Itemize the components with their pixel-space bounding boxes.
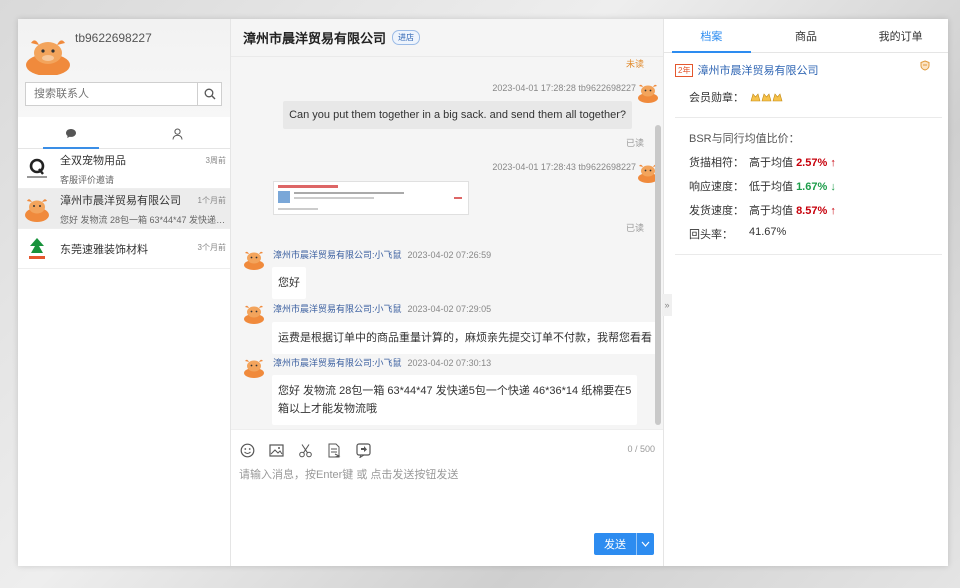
avatar	[26, 40, 70, 75]
avatar	[638, 84, 658, 103]
avatar	[24, 235, 50, 262]
sender-name: 漳州市晨洋贸易有限公司:小飞鼠	[273, 358, 402, 368]
avatar	[244, 305, 264, 324]
shield-icon	[920, 60, 930, 71]
rating-value: 低于均值 1.67% ↓	[749, 181, 836, 193]
chat-bubble-icon	[66, 129, 76, 138]
rating-label: 回头率：	[689, 229, 733, 241]
rating-row: 货描相符： 高于均值 2.57% ↑	[664, 154, 948, 170]
rating-row: 发货速度： 高于均值 8.57% ↑	[664, 202, 948, 218]
tab-contacts[interactable]	[124, 119, 230, 148]
quick-reply-icon[interactable]	[355, 442, 371, 458]
info-panel: 档案 商品 我的订单 2年 漳州市晨洋贸易有限公司 会员勋章： BSR与同行均值…	[663, 19, 948, 566]
emoji-icon[interactable]	[239, 442, 255, 458]
message-bubble: Can you put them together in a big sack.…	[283, 101, 632, 129]
message-meta: 漳州市晨洋贸易有限公司:小飞鼠 2023-04-02 07:29:05	[273, 302, 491, 315]
contacts-sidebar: tb9622698227 全双宠	[18, 19, 231, 566]
avatar	[244, 359, 264, 378]
search-icon[interactable]	[197, 83, 221, 105]
contact-time: 3周前	[205, 156, 226, 165]
read-status: 已读	[625, 138, 644, 148]
message-bubble: 您好 发物流 28包一箱 63*44*47 发快递5包一个快递 46*36*14…	[272, 375, 638, 425]
message-time: 2023-04-02 07:26:59	[407, 250, 492, 260]
contact-last-message: 客服评价邀请	[60, 174, 115, 185]
message-input[interactable]: 请输入消息，按Enter键 或 点击发送按钮发送	[239, 466, 458, 482]
chat-window: tb9622698227 全双宠	[18, 19, 948, 566]
sender-name: 漳州市晨洋贸易有限公司:小飞鼠	[273, 250, 402, 260]
chat-title: 漳州市晨洋贸易有限公司	[243, 31, 387, 46]
tab-profile[interactable]: 档案	[664, 19, 759, 53]
message-meta: 漳州市晨洋贸易有限公司:小飞鼠 2023-04-02 07:26:59	[273, 248, 491, 261]
read-status: 已读	[625, 223, 644, 233]
message-meta: 2023-04-01 17:28:43 tb9622698227	[492, 162, 636, 172]
medal-label: 会员勋章：	[689, 92, 744, 104]
divider	[675, 254, 942, 255]
chat-panel: 漳州市晨洋贸易有限公司 进店 未读 2023-04-01 17:28:28 tb…	[231, 19, 672, 566]
message-bubble: 您好	[272, 267, 306, 299]
contact-item[interactable]: 全双宠物用品 客服评价邀请 3周前	[18, 149, 230, 189]
my-profile: tb9622698227	[18, 19, 230, 117]
rating-label: 响应速度：	[689, 181, 744, 193]
bsr-title: BSR与同行均值比价：	[689, 133, 800, 145]
shop-name-link[interactable]: 漳州市晨洋贸易有限公司	[697, 62, 818, 78]
chevron-down-icon[interactable]	[636, 533, 654, 555]
avatar	[25, 198, 49, 222]
composer-toolbar	[239, 442, 371, 458]
document-icon[interactable]	[326, 442, 342, 458]
sidebar-tabs	[18, 119, 230, 149]
my-username: tb9622698227	[75, 31, 152, 45]
search-input[interactable]	[26, 83, 197, 105]
unread-status: 未读	[625, 59, 644, 69]
rating-value: 高于均值 2.57% ↑	[749, 157, 836, 169]
avatar	[24, 155, 50, 182]
collapse-panel-icon[interactable]: »	[662, 294, 672, 316]
person-icon	[172, 128, 182, 140]
image-message-thumbnail[interactable]	[273, 181, 469, 215]
message-bubble: 运费是根据订单中的商品重量计算的，麻烦亲先提交订单不付款，我帮您看看	[272, 322, 658, 354]
medal-icon	[750, 93, 783, 102]
message-list[interactable]: 未读 2023-04-01 17:28:28 tb9622698227 Can …	[231, 57, 663, 429]
enter-shop-badge[interactable]: 进店	[392, 30, 421, 45]
contact-name: 全双宠物用品	[60, 154, 126, 167]
divider	[675, 117, 942, 118]
contact-item[interactable]: 漳州市晨洋贸易有限公司 您好 发物流 28包一箱 63*44*47 发快递5包.…	[18, 189, 230, 229]
message-composer: 0 / 500 请输入消息，按Enter键 或 点击发送按钮发送 发送	[231, 429, 663, 566]
search-box	[25, 82, 222, 106]
sender-name: 漳州市晨洋贸易有限公司:小飞鼠	[273, 304, 402, 314]
char-counter: 0 / 500	[627, 444, 655, 454]
rating-row: 响应速度： 低于均值 1.67% ↓	[664, 178, 948, 194]
tab-products[interactable]: 商品	[759, 19, 854, 52]
contact-time: 3个月前	[197, 243, 226, 252]
member-medal-row: 会员勋章：	[664, 89, 948, 105]
rating-value: 高于均值 8.57% ↑	[749, 205, 836, 217]
tab-messages[interactable]	[18, 119, 124, 149]
message-line: 箱以上才能发物流哦	[278, 403, 377, 415]
rating-row: 回头率： 41.67%	[664, 226, 948, 242]
contact-last-message: 您好 发物流 28包一箱 63*44*47 发快递5包...	[60, 214, 226, 225]
message-time: 2023-04-02 07:30:13	[407, 358, 492, 368]
tab-my-orders[interactable]: 我的订单	[853, 19, 948, 52]
send-button-label: 发送	[604, 539, 626, 551]
scissors-icon[interactable]	[297, 442, 313, 458]
contact-time: 1个月前	[197, 196, 226, 205]
avatar	[244, 251, 264, 270]
chat-header: 漳州市晨洋贸易有限公司 进店	[231, 19, 663, 57]
message-meta: 2023-04-01 17:28:28 tb9622698227	[492, 83, 636, 93]
shop-years-badge: 2年	[675, 63, 694, 77]
rating-value: 41.67%	[749, 226, 787, 238]
message-time: 2023-04-02 07:29:05	[407, 304, 492, 314]
image-icon[interactable]	[268, 442, 284, 458]
message-meta: 漳州市晨洋贸易有限公司:小飞鼠 2023-04-02 07:30:13	[273, 356, 491, 369]
info-tabs: 档案 商品 我的订单	[664, 19, 948, 53]
send-button[interactable]: 发送	[594, 533, 654, 555]
message-line: 您好 发物流 28包一箱 63*44*47 发快递5包一个快递 46*36*14…	[278, 385, 632, 397]
contact-item[interactable]: 东莞速雅装饰材料 3个月前	[18, 229, 230, 269]
rating-label: 发货速度：	[689, 205, 744, 217]
shop-row: 2年 漳州市晨洋贸易有限公司	[664, 59, 948, 81]
scrollbar[interactable]	[655, 125, 661, 425]
rating-label: 货描相符：	[689, 157, 744, 169]
